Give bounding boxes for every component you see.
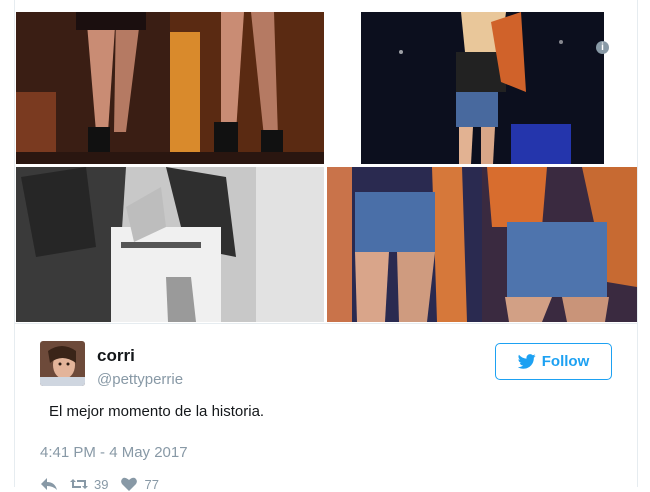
- author-name[interactable]: corri: [97, 346, 135, 366]
- retweet-count: 39: [94, 476, 109, 492]
- tweet-photo-3[interactable]: [16, 167, 324, 322]
- like-count: 77: [144, 476, 159, 492]
- author-handle[interactable]: @pettyperrie: [97, 371, 183, 388]
- like-icon: [121, 477, 138, 491]
- follow-button[interactable]: Follow: [495, 343, 612, 380]
- retweet-button[interactable]: 39: [70, 476, 108, 492]
- tweet-photo-2[interactable]: [361, 12, 604, 164]
- tweet-actions: 39 77: [40, 476, 159, 492]
- tweet-photo-1[interactable]: [16, 12, 324, 164]
- like-button[interactable]: 77: [120, 476, 159, 492]
- reply-icon: [41, 478, 57, 490]
- reply-button[interactable]: [40, 476, 58, 492]
- info-icon[interactable]: i: [596, 41, 609, 54]
- bird-icon: [517, 354, 536, 369]
- card-divider: [15, 323, 637, 324]
- follow-label: Follow: [541, 353, 590, 370]
- retweet-icon: [70, 479, 88, 489]
- tweet-timestamp[interactable]: 4:41 PM - 4 May 2017: [40, 444, 188, 461]
- tweet-text: El mejor momento de la historia.: [49, 403, 265, 420]
- tweet-photo-4[interactable]: [327, 167, 637, 322]
- author-avatar[interactable]: [40, 341, 85, 386]
